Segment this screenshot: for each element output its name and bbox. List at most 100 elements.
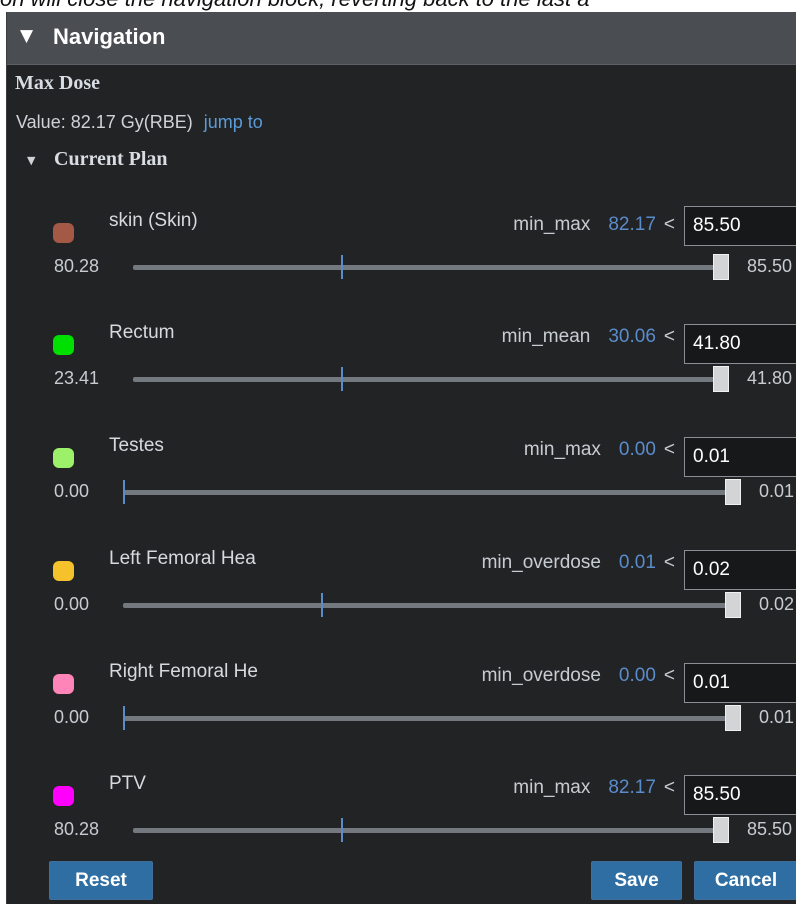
- range-max-label: 0.01: [759, 481, 795, 501]
- constraint-summary: min_max 0.00 <: [524, 439, 675, 461]
- range-max-label: 41.80: [747, 368, 793, 388]
- constraint-summary: min_mean 30.06 <: [502, 326, 675, 348]
- threshold-slider[interactable]: [133, 366, 729, 392]
- current-value: 82.17: [608, 214, 656, 235]
- structure-row: skin (Skin) min_max 82.17 <80.28 85.50: [7, 202, 796, 314]
- comparator: <: [663, 326, 675, 347]
- slider-handle[interactable]: [725, 479, 741, 505]
- structure-color-swatch: [53, 674, 74, 694]
- structure-name: skin (Skin): [109, 210, 198, 231]
- constraint-summary: min_max 82.17 <: [513, 777, 675, 799]
- structure-color-swatch: [53, 786, 74, 806]
- current-value-marker: [341, 255, 343, 279]
- structure-name: Testes: [109, 435, 164, 456]
- structure-color-swatch: [53, 223, 74, 243]
- comparator: <: [663, 439, 675, 460]
- threshold-slider[interactable]: [133, 817, 729, 843]
- current-value: 0.00: [618, 665, 656, 686]
- structure-name: PTV: [109, 773, 146, 794]
- section-title: Max Dose: [15, 72, 100, 94]
- slider-track: [133, 265, 729, 270]
- comparator: <: [663, 214, 675, 235]
- current-value-marker: [341, 367, 343, 391]
- range-min-label: 80.28: [54, 819, 100, 839]
- range-min-label: 0.00: [54, 594, 90, 614]
- slider-track: [133, 828, 729, 833]
- cancel-button[interactable]: Cancel: [694, 861, 796, 900]
- objective-type: min_mean: [501, 326, 591, 347]
- current-value-marker: [123, 706, 125, 730]
- current-value: 30.06: [608, 326, 656, 347]
- slider-track: [123, 490, 741, 495]
- screenshot-root: on will close the navigation block, reve…: [0, 0, 796, 904]
- structure-name: Rectum: [109, 322, 175, 343]
- range-max-label: 0.02: [759, 594, 795, 614]
- structure-row: Rectum min_mean 30.06 <23.41 41.80: [7, 314, 796, 426]
- comparator: <: [663, 777, 675, 798]
- value-label: Value:: [16, 112, 66, 132]
- range-min-label: 80.28: [54, 256, 100, 276]
- document-caption: on will close the navigation block, reve…: [0, 0, 796, 12]
- threshold-slider[interactable]: [133, 254, 729, 280]
- objective-type: min_max: [513, 777, 591, 798]
- range-min-label: 0.00: [54, 481, 90, 501]
- jump-to-link[interactable]: jump to: [204, 112, 263, 132]
- range-max-label: 85.50: [747, 256, 793, 276]
- threshold-slider[interactable]: [123, 705, 741, 731]
- current-plan-label: Current Plan: [54, 148, 168, 170]
- slider-handle[interactable]: [713, 366, 729, 392]
- range-min-label: 0.00: [54, 707, 90, 727]
- constraint-summary: min_overdose 0.01 <: [482, 552, 675, 574]
- threshold-input[interactable]: [684, 550, 796, 590]
- structure-name: Left Femoral Hea: [109, 548, 256, 569]
- reset-button[interactable]: Reset: [49, 861, 153, 900]
- objective-type: min_overdose: [481, 665, 601, 686]
- range-min-label: 23.41: [54, 368, 100, 388]
- current-value-marker: [321, 593, 323, 617]
- save-button[interactable]: Save: [591, 861, 682, 900]
- threshold-input[interactable]: [684, 206, 796, 246]
- threshold-input[interactable]: [684, 663, 796, 703]
- structure-color-swatch: [53, 561, 74, 581]
- current-value: 0.00: [618, 439, 656, 460]
- structure-color-swatch: [53, 335, 74, 355]
- navigation-header[interactable]: ▼ Navigation: [7, 12, 796, 65]
- structure-row: Testes min_max 0.00 <0.00 0.01: [7, 427, 796, 539]
- slider-handle[interactable]: [713, 817, 729, 843]
- navigation-panel: ▼ Navigation Max Dose Value: 82.17 Gy(RB…: [6, 12, 796, 904]
- objective-type: min_max: [513, 214, 591, 235]
- comparator: <: [663, 552, 675, 573]
- threshold-input[interactable]: [684, 324, 796, 364]
- constraint-summary: min_overdose 0.00 <: [482, 665, 675, 687]
- structure-row: Left Femoral Hea min_overdose 0.01 <0.00 0.0…: [7, 540, 796, 652]
- structure-name: Right Femoral He: [109, 661, 258, 682]
- navigation-title: Navigation: [53, 24, 166, 49]
- slider-track: [123, 716, 741, 721]
- threshold-input[interactable]: [684, 437, 796, 477]
- current-plan-toggle[interactable]: ▼ Current Plan: [7, 146, 407, 178]
- slider-track: [133, 377, 729, 382]
- value-text: 82.17 Gy(RBE): [70, 112, 193, 132]
- current-value-marker: [123, 480, 125, 504]
- slider-handle[interactable]: [725, 592, 741, 618]
- structure-color-swatch: [53, 448, 74, 468]
- threshold-slider[interactable]: [123, 479, 741, 505]
- small-triangle-down-icon: ▼: [27, 154, 36, 167]
- current-value: 82.17: [608, 777, 656, 798]
- objective-type: min_max: [523, 439, 601, 460]
- slider-handle[interactable]: [725, 705, 741, 731]
- structure-row: Right Femoral He min_overdose 0.00 <0.00 0.0…: [7, 653, 796, 765]
- comparator: <: [663, 665, 675, 686]
- range-max-label: 0.01: [759, 707, 795, 727]
- triangle-down-icon: ▼: [20, 26, 34, 46]
- constraint-summary: min_max 82.17 <: [513, 214, 675, 236]
- objective-type: min_overdose: [481, 552, 601, 573]
- threshold-slider[interactable]: [123, 592, 741, 618]
- current-value: 0.01: [618, 552, 656, 573]
- slider-handle[interactable]: [713, 254, 729, 280]
- current-value-marker: [341, 818, 343, 842]
- value-line: Value: 82.17 Gy(RBE) jump to: [16, 112, 263, 133]
- range-max-label: 85.50: [747, 819, 793, 839]
- threshold-input[interactable]: [684, 775, 796, 815]
- slider-track: [123, 603, 741, 608]
